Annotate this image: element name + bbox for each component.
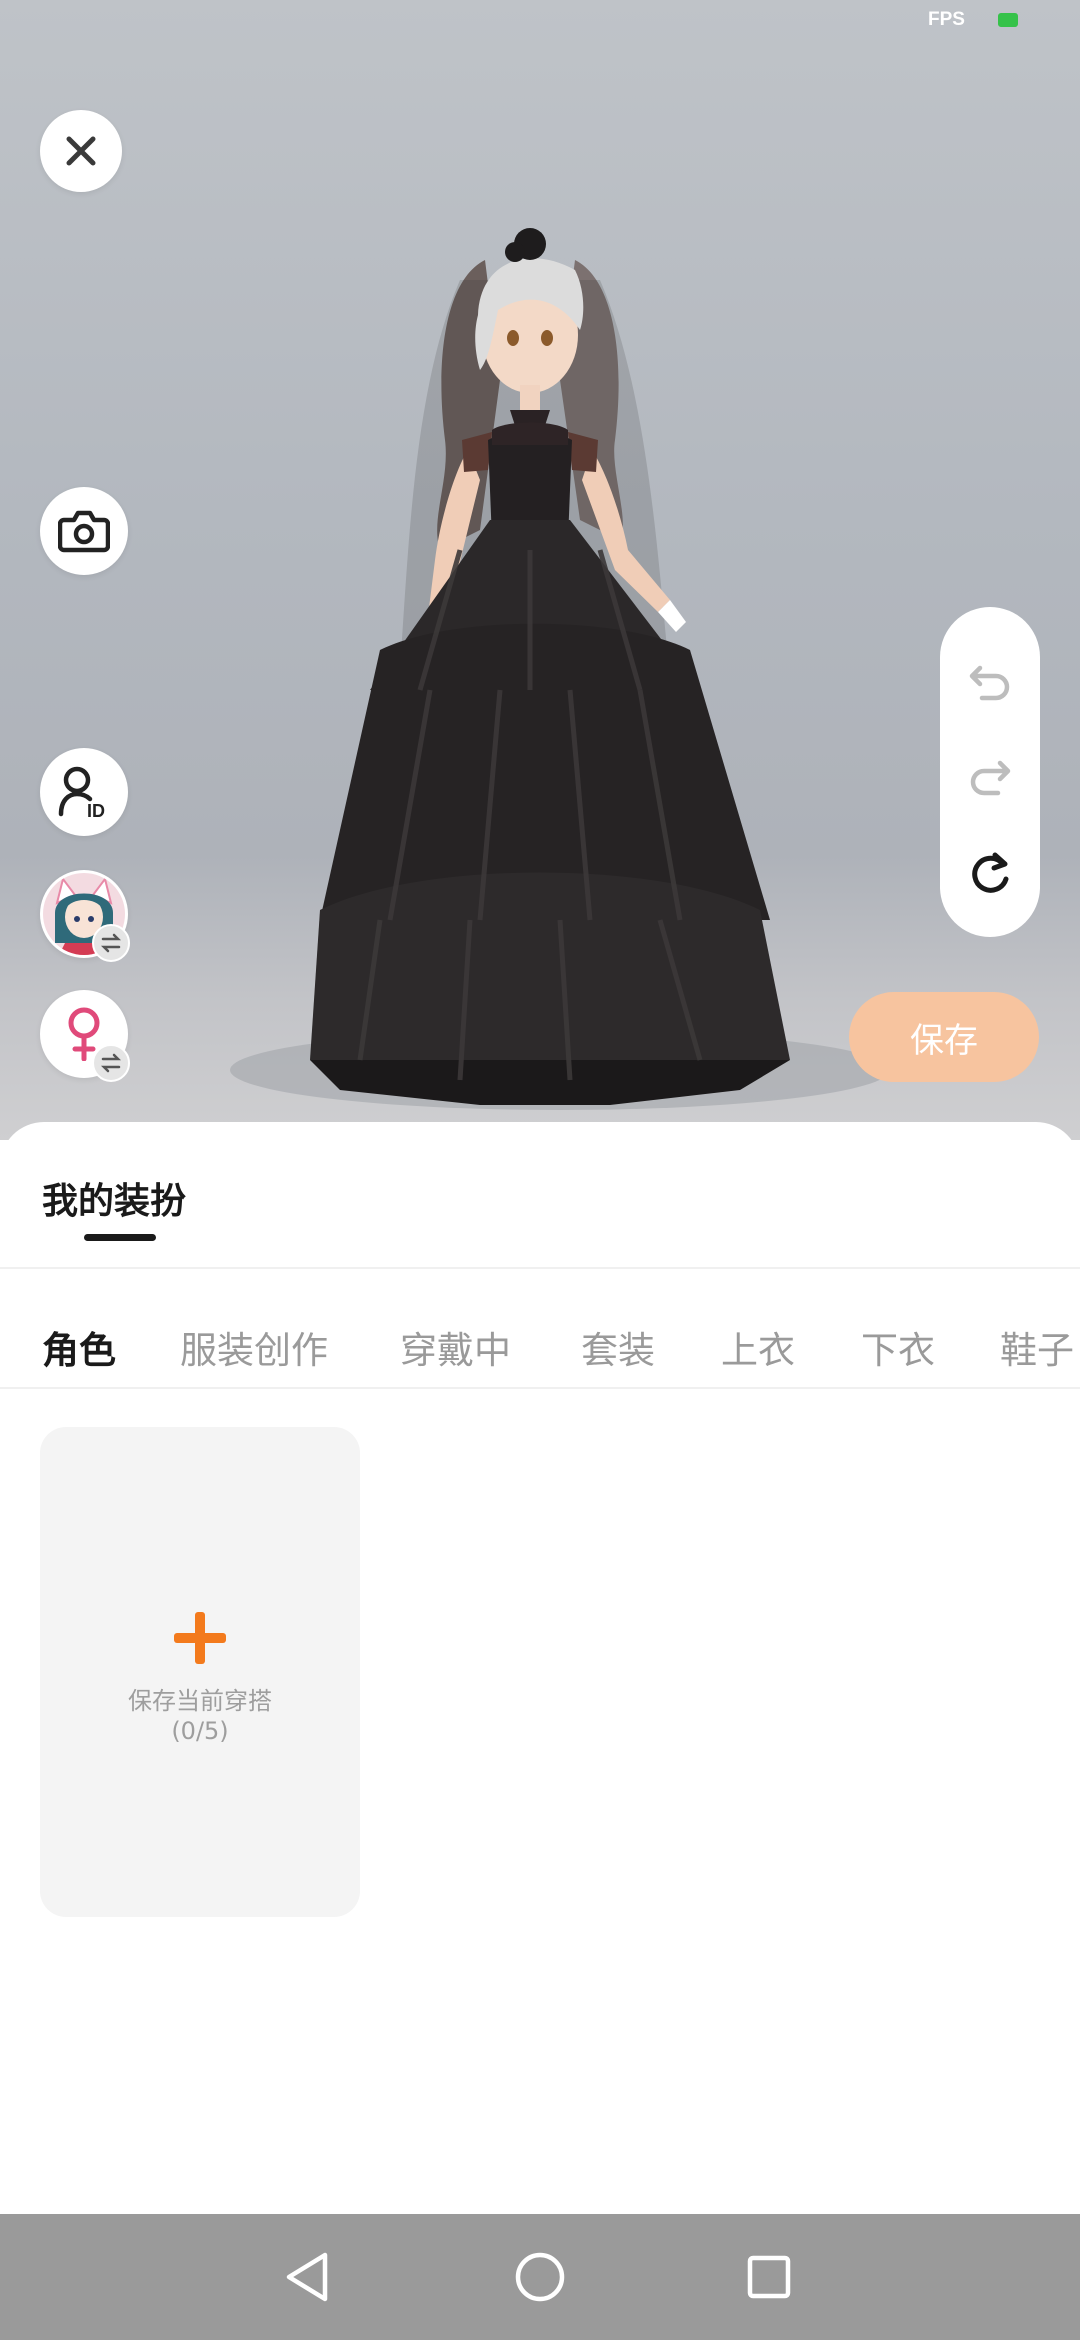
tab-bottoms[interactable]: 下衣 — [861, 1320, 935, 1374]
tab-tops[interactable]: 上衣 — [721, 1320, 795, 1374]
user-id-icon: ID — [58, 766, 105, 820]
fps-label: FPS — [928, 9, 965, 30]
outfit-sheet: 我的装扮 角色 服装创作 穿戴中 套装 上衣 下衣 鞋子 保存当前穿搭 (0/5… — [0, 1122, 1080, 2214]
save-outfit-card[interactable]: 保存当前穿搭 (0/5) — [40, 1427, 360, 1917]
camera-icon — [58, 510, 110, 553]
category-tabs: 角色 服装创作 穿戴中 套装 上衣 下衣 鞋子 — [0, 1282, 1080, 1402]
divider — [0, 1267, 1080, 1269]
reset-button[interactable] — [940, 839, 1040, 909]
reset-icon — [972, 852, 1009, 893]
user-id-button[interactable]: ID — [40, 748, 128, 836]
swap-icon — [92, 1044, 130, 1082]
recents-icon — [747, 2255, 791, 2299]
tab-character[interactable]: 角色 — [42, 1320, 116, 1374]
fps-indicator — [998, 13, 1018, 27]
undo-icon — [969, 665, 1010, 701]
swap-icon — [92, 924, 130, 962]
gender-switch-button[interactable] — [40, 990, 130, 1082]
outfit-count: (0/5) — [171, 1717, 229, 1745]
camera-button[interactable] — [40, 487, 128, 575]
title-underline — [84, 1234, 156, 1241]
history-panel — [940, 607, 1040, 937]
close-button[interactable] — [40, 110, 122, 192]
undo-button[interactable] — [940, 647, 1040, 717]
recents-button[interactable] — [739, 2247, 799, 2307]
avatar-scene[interactable]: FPS ID 保存 — [0, 0, 1080, 1140]
back-button[interactable] — [278, 2247, 338, 2307]
save-outfit-label: 保存当前穿搭 — [128, 1687, 272, 1715]
sheet-title: 我的装扮 — [42, 1181, 187, 1222]
plus-icon — [174, 1612, 226, 1664]
tab-shoes[interactable]: 鞋子 — [1000, 1320, 1074, 1374]
save-button[interactable]: 保存 — [849, 992, 1039, 1082]
home-icon — [515, 2252, 565, 2302]
back-icon — [286, 2252, 328, 2302]
tab-wearing[interactable]: 穿戴中 — [400, 1320, 511, 1374]
tab-suits[interactable]: 套装 — [581, 1320, 655, 1374]
tab-clothing-creation[interactable]: 服装创作 — [180, 1320, 328, 1374]
avatar-switch-button[interactable] — [40, 870, 130, 962]
redo-icon — [970, 760, 1011, 796]
svg-text:ID: ID — [87, 801, 105, 820]
system-navbar — [0, 2214, 1080, 2340]
redo-button[interactable] — [940, 742, 1040, 812]
divider — [0, 1387, 1080, 1389]
home-button[interactable] — [510, 2247, 570, 2307]
close-icon — [66, 136, 96, 166]
avatar-figure — [310, 228, 790, 1105]
